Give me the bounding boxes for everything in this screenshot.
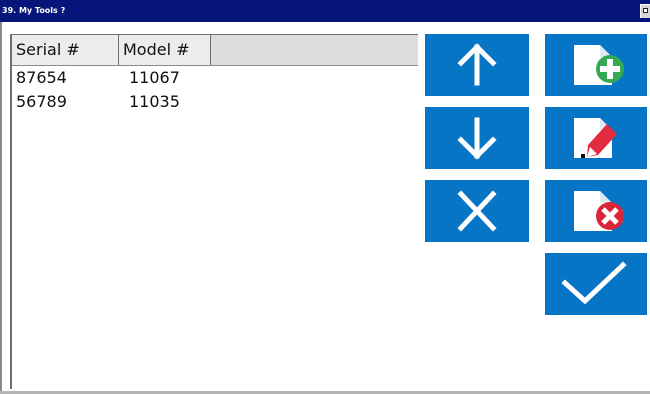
window-left-border [0, 22, 2, 394]
my-tools-window: 39. My Tools ? Serial # Model # 87654 11… [0, 0, 650, 394]
serial-column-header[interactable]: Serial # [12, 35, 119, 65]
table-row[interactable]: 87654 11067 [12, 66, 418, 90]
serial-cell: 56789 [16, 92, 67, 111]
arrow-up-icon [457, 43, 497, 86]
model-column-header[interactable]: Model # [119, 35, 211, 65]
tools-table[interactable]: Serial # Model # 87654 11067 56789 11035 [10, 34, 418, 389]
serial-cell: 87654 [16, 68, 67, 87]
empty-header-area [211, 35, 418, 65]
edit-tool-button[interactable] [545, 107, 647, 169]
arrow-down-icon [457, 117, 497, 160]
document-remove-icon [574, 191, 624, 231]
check-icon [561, 261, 627, 305]
window-close-button[interactable] [640, 4, 650, 18]
document-plus-icon [574, 45, 624, 85]
clear-button[interactable] [425, 180, 529, 242]
model-cell: 11035 [129, 92, 180, 111]
move-down-button[interactable] [425, 107, 529, 169]
document-edit-icon [574, 118, 617, 158]
window-title: 39. My Tools ? [2, 6, 66, 15]
table-row[interactable]: 56789 11035 [12, 90, 418, 114]
model-cell: 11067 [129, 68, 180, 87]
table-header: Serial # Model # [12, 35, 418, 66]
add-tool-button[interactable] [545, 34, 647, 96]
remove-tool-button[interactable] [545, 180, 647, 242]
close-icon [643, 8, 648, 13]
confirm-button[interactable] [545, 253, 647, 315]
window-titlebar[interactable]: 39. My Tools ? [0, 0, 650, 22]
move-up-button[interactable] [425, 34, 529, 96]
table-body[interactable]: 87654 11067 56789 11035 [12, 66, 418, 388]
x-icon [457, 190, 497, 232]
